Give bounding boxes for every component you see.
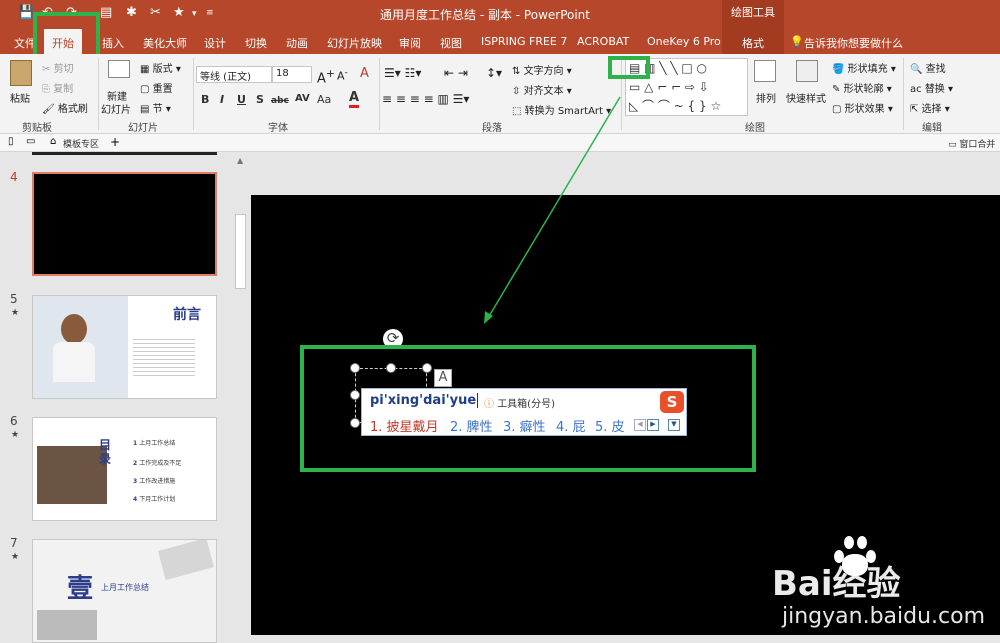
watermark-url: jingyan.baidu.com [782, 604, 986, 629]
watermark: Bai经验 [772, 536, 1000, 604]
watermark-brand: Bai经验 [772, 564, 901, 604]
arrow-line [487, 96, 621, 319]
